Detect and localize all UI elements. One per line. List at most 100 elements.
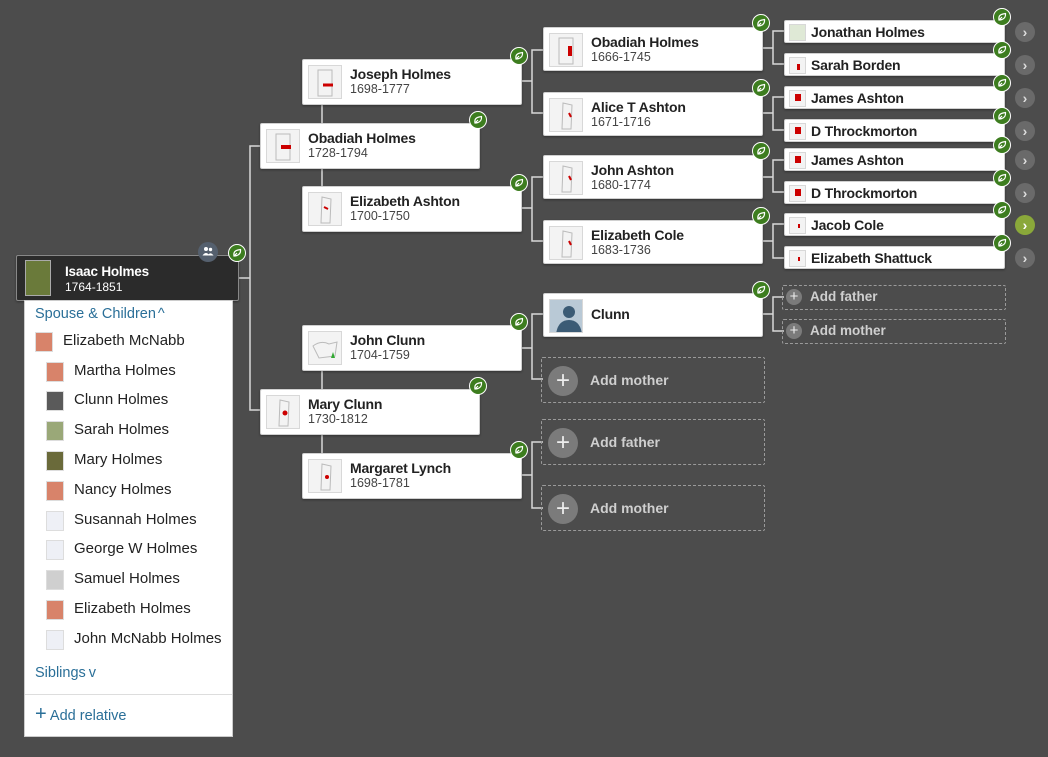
person-card-gen3[interactable]: John Ashton 1680-1774	[543, 155, 763, 199]
person-card-gen4[interactable]: James Ashton	[784, 86, 1005, 109]
chevron-right-icon[interactable]: ›	[1015, 150, 1035, 170]
child-name: Sarah Holmes	[74, 421, 170, 438]
child-row[interactable]: Martha Holmes	[46, 361, 231, 383]
person-name: Jonathan Holmes	[811, 24, 925, 40]
person-card-gen4[interactable]: Jacob Cole	[784, 213, 1005, 236]
person-dates: 1704-1759	[350, 348, 410, 362]
add-mother-button[interactable]: + Add mother	[782, 319, 1006, 344]
spouse-row[interactable]: Elizabeth McNabb	[35, 331, 225, 353]
chevron-right-icon[interactable]: ›	[1015, 183, 1035, 203]
child-name: Samuel Holmes	[74, 570, 180, 587]
child-row[interactable]: John McNabb Holmes	[46, 629, 231, 651]
person-name: Elizabeth Cole	[591, 227, 684, 243]
child-row[interactable]: Clunn Holmes	[46, 390, 231, 412]
child-row[interactable]: George W Holmes	[46, 539, 231, 561]
person-photo	[46, 391, 64, 411]
add-father-button[interactable]: + Add father	[782, 285, 1006, 310]
person-name: Sarah Borden	[811, 57, 901, 73]
chevron-right-icon[interactable]: ›	[1015, 22, 1035, 42]
person-name: Elizabeth Shattuck	[811, 250, 932, 266]
person-photo	[46, 630, 64, 650]
person-name: John Ashton	[591, 162, 674, 178]
hint-leaf-icon[interactable]	[993, 234, 1011, 252]
hint-leaf-icon[interactable]	[993, 201, 1011, 219]
person-card-gen4[interactable]: James Ashton	[784, 148, 1005, 171]
plus-icon: +	[548, 494, 578, 524]
spouse-name: Elizabeth McNabb	[63, 332, 185, 349]
hint-leaf-icon[interactable]	[510, 441, 528, 459]
hint-leaf-icon[interactable]	[993, 41, 1011, 59]
person-photo	[25, 260, 51, 296]
hint-leaf-icon[interactable]	[993, 169, 1011, 187]
person-card-gen4[interactable]: Sarah Borden	[784, 53, 1005, 76]
person-photo	[46, 421, 64, 441]
person-photo	[46, 600, 64, 620]
child-row[interactable]: Nancy Holmes	[46, 480, 231, 502]
add-mother-button[interactable]: + Add mother	[541, 485, 765, 531]
person-card-gen4[interactable]: Jonathan Holmes	[784, 20, 1005, 43]
person-name: Isaac Holmes	[65, 264, 149, 279]
add-relative-label: Add relative	[49, 708, 127, 724]
siblings-toggle[interactable]: Siblings v	[35, 665, 96, 681]
chevron-right-icon[interactable]: ›	[1015, 121, 1035, 141]
spouse-children-toggle[interactable]: Spouse & Children ^	[35, 306, 165, 322]
hint-leaf-icon[interactable]	[469, 377, 487, 395]
person-card-mother[interactable]: Mary Clunn 1730-1812	[260, 389, 480, 435]
person-photo	[308, 192, 342, 226]
child-row[interactable]: Elizabeth Holmes	[46, 599, 231, 621]
person-card-gen4[interactable]: Elizabeth Shattuck	[784, 246, 1005, 269]
plus-icon: +	[548, 428, 578, 458]
hint-leaf-icon[interactable]	[469, 111, 487, 129]
person-card-maternal-grandfather[interactable]: John Clunn 1704-1759	[302, 325, 522, 371]
person-card-gen4[interactable]: D Throckmorton	[784, 119, 1005, 142]
child-row[interactable]: Mary Holmes	[46, 450, 231, 472]
hint-leaf-icon[interactable]	[510, 174, 528, 192]
person-card-maternal-grandmother[interactable]: Margaret Lynch 1698-1781	[302, 453, 522, 499]
person-photo	[46, 540, 64, 560]
chevron-right-icon[interactable]: ›	[1015, 215, 1035, 235]
family-group-icon[interactable]	[198, 242, 218, 262]
person-photo	[789, 217, 806, 234]
person-photo	[46, 481, 64, 501]
child-row[interactable]: Sarah Holmes	[46, 420, 231, 442]
add-father-button[interactable]: + Add father	[541, 419, 765, 465]
hint-leaf-icon[interactable]	[752, 281, 770, 299]
person-card-father[interactable]: Obadiah Holmes 1728-1794	[260, 123, 480, 169]
hint-leaf-icon[interactable]	[993, 107, 1011, 125]
chevron-right-icon[interactable]: ›	[1015, 88, 1035, 108]
person-photo	[308, 331, 342, 365]
hint-leaf-icon[interactable]	[510, 313, 528, 331]
person-card-gen4[interactable]: D Throckmorton	[784, 181, 1005, 204]
person-photo	[789, 24, 806, 41]
add-mother-label: Add mother	[590, 372, 669, 388]
chevron-right-icon[interactable]: ›	[1015, 248, 1035, 268]
hint-leaf-icon[interactable]	[752, 79, 770, 97]
hint-leaf-icon[interactable]	[752, 14, 770, 32]
person-name: Mary Clunn	[308, 396, 383, 412]
child-row[interactable]: Samuel Holmes	[46, 569, 231, 591]
person-card-gen3[interactable]: Clunn	[543, 293, 763, 337]
person-card-gen3[interactable]: Elizabeth Cole 1683-1736	[543, 220, 763, 264]
add-relative-button[interactable]: + Add relative	[35, 704, 127, 724]
person-card-paternal-grandmother[interactable]: Elizabeth Ashton 1700-1750	[302, 186, 522, 232]
hint-leaf-icon[interactable]	[510, 47, 528, 65]
chevron-right-icon[interactable]: ›	[1015, 55, 1035, 75]
person-name: James Ashton	[811, 152, 904, 168]
person-dates: 1698-1781	[350, 476, 410, 490]
person-card-paternal-grandfather[interactable]: Joseph Holmes 1698-1777	[302, 59, 522, 105]
person-photo	[549, 161, 583, 195]
hint-leaf-icon[interactable]	[993, 136, 1011, 154]
person-card-gen3[interactable]: Obadiah Holmes 1666-1745	[543, 27, 763, 71]
person-name: Margaret Lynch	[350, 460, 451, 476]
person-dates: 1683-1736	[591, 243, 651, 257]
family-panel: Spouse & Children ^ Elizabeth McNabb Mart…	[24, 300, 233, 737]
add-mother-button[interactable]: + Add mother	[541, 357, 765, 403]
hint-leaf-icon[interactable]	[993, 74, 1011, 92]
person-card-gen3[interactable]: Alice T Ashton 1671-1716	[543, 92, 763, 136]
hint-leaf-icon[interactable]	[993, 8, 1011, 26]
hint-leaf-icon[interactable]	[752, 207, 770, 225]
hint-leaf-icon[interactable]	[752, 142, 770, 160]
person-photo	[46, 362, 64, 382]
child-row[interactable]: Susannah Holmes	[46, 510, 231, 532]
hint-leaf-icon[interactable]	[228, 244, 246, 262]
